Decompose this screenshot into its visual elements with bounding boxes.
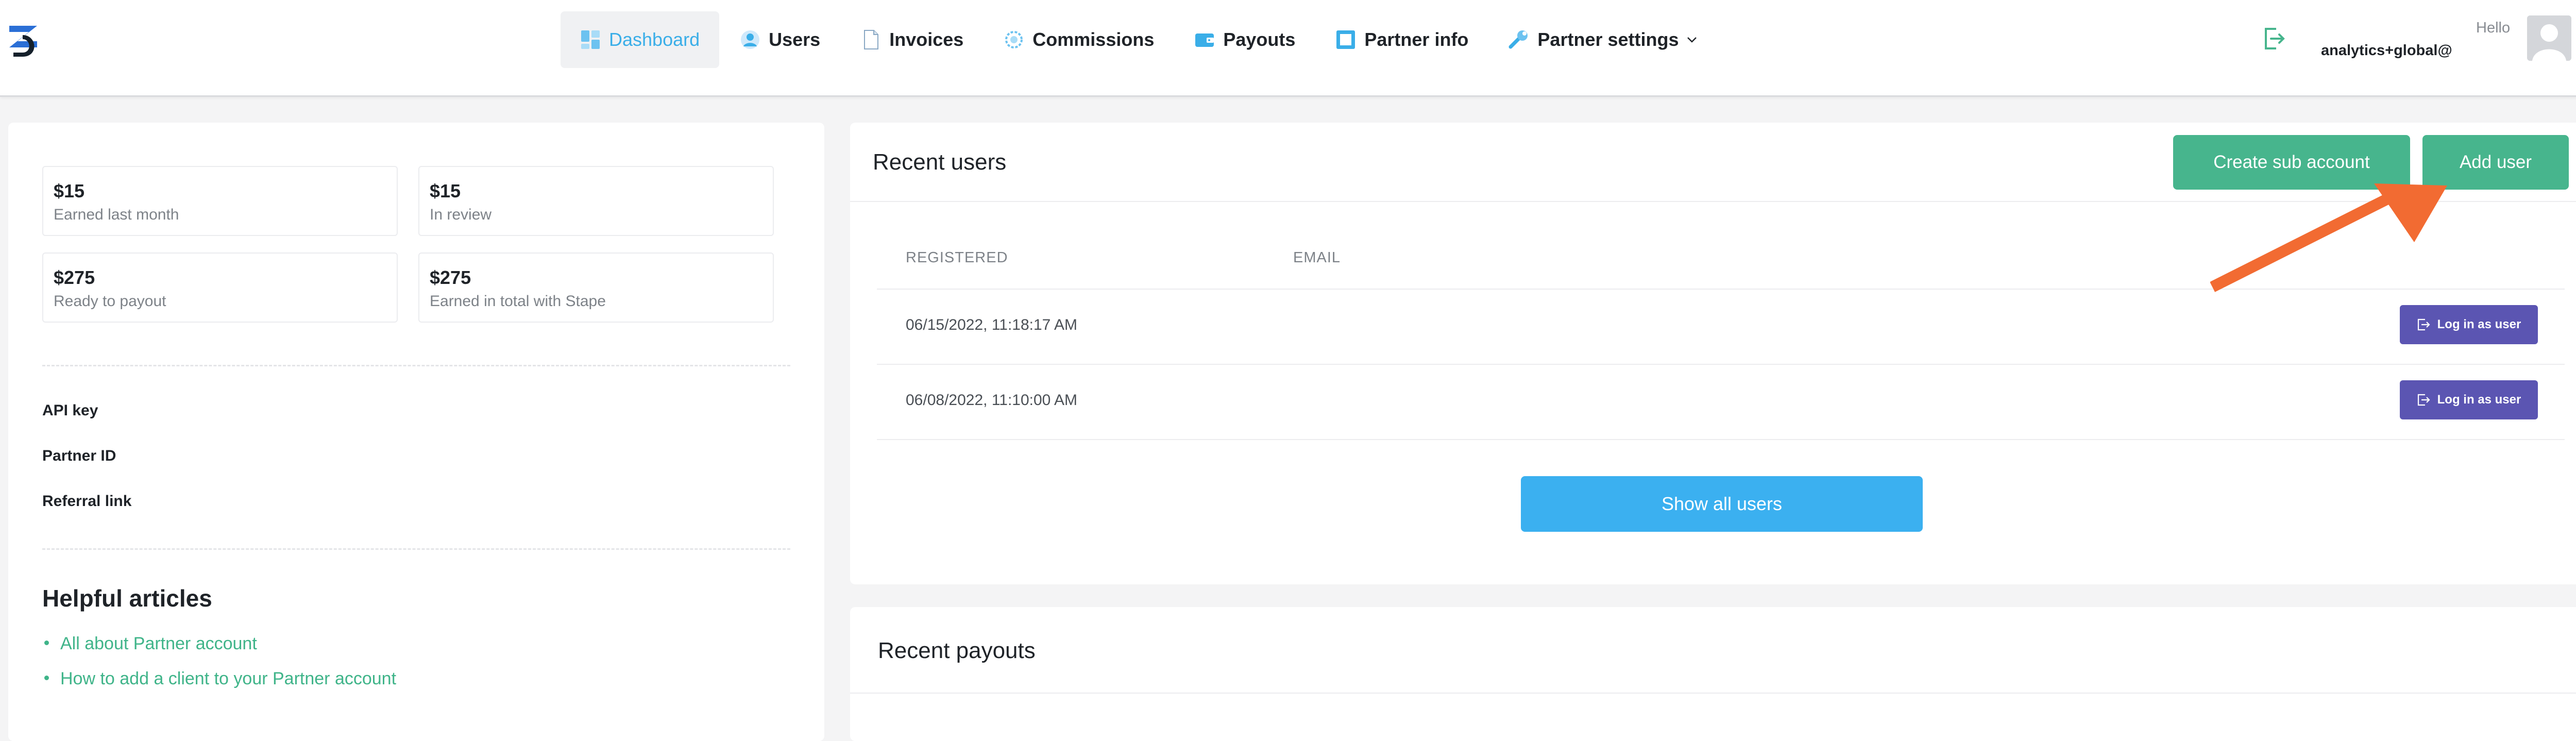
stape-logo-icon[interactable] xyxy=(7,23,43,60)
stat-ready-to-payout: $275 Ready to payout xyxy=(42,252,398,323)
commissions-icon xyxy=(1005,31,1023,48)
referral-link-label: Referral link xyxy=(42,493,132,510)
logout-icon[interactable] xyxy=(2263,27,2285,50)
stat-value: $275 xyxy=(54,267,95,288)
recent-users-card: Recent users Create sub account Add user… xyxy=(850,123,2576,584)
avatar-placeholder-icon xyxy=(2527,15,2571,61)
stat-value: $15 xyxy=(430,180,461,201)
api-key-label: API key xyxy=(42,402,98,419)
nav-partner-settings[interactable]: Partner settings xyxy=(1489,11,1717,68)
helpful-articles-title: Helpful articles xyxy=(42,585,212,612)
article-link[interactable]: All about Partner account xyxy=(44,634,257,654)
login-icon xyxy=(2417,318,2430,331)
log-in-as-user-label: Log in as user xyxy=(2437,393,2521,407)
article-link[interactable]: How to add a client to your Partner acco… xyxy=(44,669,396,689)
divider xyxy=(42,365,790,366)
show-all-users-button[interactable]: Show all users xyxy=(1521,476,1923,532)
nav-payouts-label: Payouts xyxy=(1223,29,1296,50)
recent-payouts-card: Recent payouts xyxy=(850,607,2576,741)
row-divider xyxy=(877,439,2565,440)
registered-date: 06/15/2022, 11:18:17 AM xyxy=(906,316,1078,333)
nav-commissions[interactable]: Commissions xyxy=(984,11,1174,68)
bullet-icon xyxy=(44,675,49,680)
main-nav: Dashboard Users Invoices Commissions Pay… xyxy=(561,11,1718,68)
divider xyxy=(850,693,2576,694)
stat-in-review: $15 In review xyxy=(418,166,774,236)
nav-partner-info[interactable]: Partner info xyxy=(1316,11,1488,68)
stat-caption: Earned last month xyxy=(54,206,179,223)
nav-dashboard-label: Dashboard xyxy=(609,29,700,50)
stat-earned-total: $275 Earned in total with Stape xyxy=(418,252,774,323)
divider xyxy=(42,548,790,550)
nav-dashboard[interactable]: Dashboard xyxy=(561,11,720,68)
divider xyxy=(850,201,2576,202)
nav-users-label: Users xyxy=(769,29,821,50)
stat-caption: Ready to payout xyxy=(54,293,166,310)
wrench-icon xyxy=(1509,30,1528,49)
invoices-icon xyxy=(864,30,879,49)
hello-text: Hello xyxy=(2476,20,2511,36)
user-email: analytics+global@ xyxy=(2321,42,2452,59)
stat-caption: Earned in total with Stape xyxy=(430,293,606,310)
row-divider xyxy=(877,289,2565,290)
log-in-as-user-button[interactable]: Log in as user xyxy=(2400,380,2538,419)
chevron-down-icon xyxy=(1687,37,1697,43)
log-in-as-user-label: Log in as user xyxy=(2437,317,2521,331)
dashboard-icon xyxy=(581,30,600,49)
add-user-button[interactable]: Add user xyxy=(2422,135,2569,190)
create-sub-account-button[interactable]: Create sub account xyxy=(2173,135,2410,190)
nav-partner-settings-label: Partner settings xyxy=(1537,29,1679,50)
article-link-text: All about Partner account xyxy=(60,634,257,653)
nav-commissions-label: Commissions xyxy=(1032,29,1155,50)
column-header-email[interactable]: EMAIL xyxy=(1293,249,1341,266)
nav-invoices[interactable]: Invoices xyxy=(841,11,983,68)
registered-date: 06/08/2022, 11:10:00 AM xyxy=(906,392,1078,409)
partner-info-icon xyxy=(1336,30,1355,49)
login-icon xyxy=(2417,394,2430,406)
nav-users[interactable]: Users xyxy=(720,11,840,68)
stat-earned-last-month: $15 Earned last month xyxy=(42,166,398,236)
partner-summary-card: $15 Earned last month $15 In review $275… xyxy=(8,123,824,741)
nav-payouts[interactable]: Payouts xyxy=(1175,11,1315,68)
stat-caption: In review xyxy=(430,206,492,223)
avatar[interactable] xyxy=(2527,15,2571,61)
stat-value: $275 xyxy=(430,267,471,288)
bullet-icon xyxy=(44,640,49,645)
payouts-icon xyxy=(1195,33,1214,47)
row-divider xyxy=(877,364,2565,365)
recent-users-title: Recent users xyxy=(873,149,1007,175)
recent-payouts-title: Recent payouts xyxy=(878,638,1036,663)
nav-invoices-label: Invoices xyxy=(889,29,964,50)
article-link-text: How to add a client to your Partner acco… xyxy=(60,669,397,688)
partner-id-label: Partner ID xyxy=(42,447,116,464)
column-header-registered[interactable]: REGISTERED xyxy=(906,249,1008,266)
log-in-as-user-button[interactable]: Log in as user xyxy=(2400,305,2538,344)
nav-partner-info-label: Partner info xyxy=(1364,29,1469,50)
top-header: Dashboard Users Invoices Commissions Pay… xyxy=(0,0,2576,97)
users-icon xyxy=(741,30,760,49)
stat-value: $15 xyxy=(54,180,85,201)
